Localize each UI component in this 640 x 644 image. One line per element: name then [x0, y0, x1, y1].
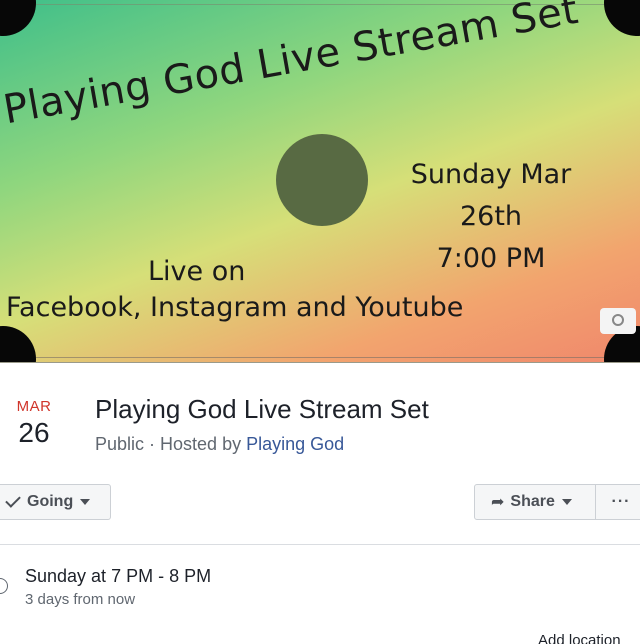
- share-button[interactable]: ➦ Share: [474, 484, 596, 520]
- cover-live-line2: Facebook, Instagram and Youtube: [6, 292, 464, 323]
- divider: [0, 544, 640, 545]
- event-relative-time: 3 days from now: [25, 591, 136, 608]
- add-location-link[interactable]: Add location: [538, 630, 640, 644]
- cover-bottom-line: [0, 357, 640, 358]
- hosted-prefix: Hosted by: [160, 434, 247, 454]
- clock-icon: [0, 578, 8, 594]
- event-cover-photo[interactable]: Playing God Live Stream Set Sunday Mar 2…: [0, 0, 640, 363]
- cover-live-info: Live on Facebook, Instagram and Youtube: [0, 254, 464, 326]
- event-subtitle: Public · Hosted by Playing God: [95, 434, 344, 455]
- share-label: Share: [510, 493, 555, 510]
- more-icon: ···: [611, 493, 631, 510]
- event-time: Sunday at 7 PM - 8 PM: [25, 566, 212, 586]
- going-button[interactable]: Going: [0, 484, 111, 520]
- share-icon: ➦: [491, 494, 505, 511]
- event-title: Playing God Live Stream Set: [95, 394, 429, 424]
- event-month: MAR: [16, 398, 52, 415]
- corner-decoration: [0, 0, 36, 36]
- cover-live-line1: Live on: [148, 256, 246, 287]
- separator: ·: [144, 434, 161, 454]
- check-icon: [5, 492, 21, 508]
- chevron-down-icon: [561, 499, 572, 505]
- chevron-down-icon: [80, 499, 91, 505]
- cover-title: Playing God Live Stream Set: [0, 0, 582, 134]
- cover-date-line: Sunday Mar 26th: [410, 159, 572, 232]
- host-link[interactable]: Playing God: [246, 434, 344, 454]
- corner-decoration: [0, 326, 36, 362]
- camera-icon[interactable]: [600, 308, 636, 334]
- event-date-block: MAR 26: [12, 398, 56, 449]
- more-options-button[interactable]: ···: [595, 484, 640, 520]
- corner-decoration: [604, 0, 640, 36]
- event-day: 26: [18, 417, 50, 448]
- event-visibility: Public: [95, 434, 145, 454]
- cover-circle: [276, 134, 368, 226]
- going-label: Going: [27, 493, 74, 510]
